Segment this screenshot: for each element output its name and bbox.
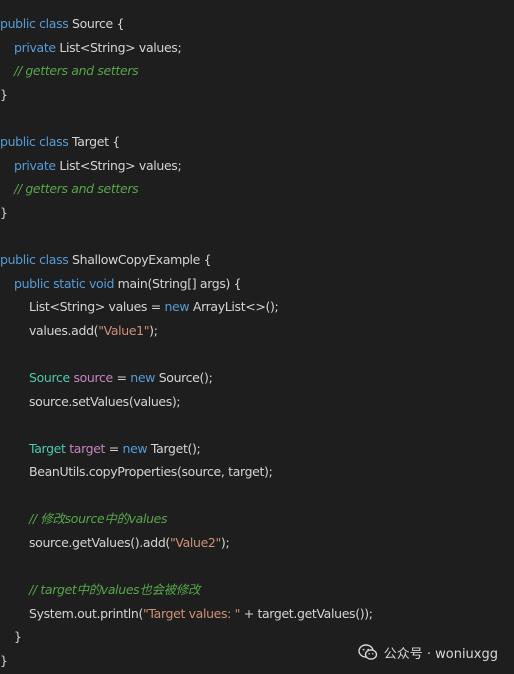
code-token: ShallowCopyExample { xyxy=(72,251,212,267)
code-token: Target(); xyxy=(150,440,201,456)
code-token: } xyxy=(0,204,8,220)
code-line: System.out.println("Target values: " + t… xyxy=(0,602,514,626)
code-token: public static void xyxy=(14,275,118,291)
code-token: List<String> values; xyxy=(59,157,182,173)
code-line: // getters and setters xyxy=(0,177,514,201)
code-token: "Target values: " xyxy=(143,605,241,621)
code-token: ); xyxy=(149,322,158,338)
code-token: source xyxy=(73,369,113,385)
code-token: // getters and setters xyxy=(14,181,139,197)
code-line: values.add("Value1"); xyxy=(0,319,514,343)
code-line: private List<String> values; xyxy=(0,36,514,60)
code-token: private xyxy=(14,39,60,55)
code-line: source.getValues().add("Value2"); xyxy=(0,531,514,555)
code-token: + target.getValues()); xyxy=(240,605,373,621)
code-token: new xyxy=(130,369,159,385)
code-line: source.setValues(values); xyxy=(0,390,514,414)
code-line: private List<String> values; xyxy=(0,154,514,178)
code-token: } xyxy=(14,629,22,645)
code-token: BeanUtils.copyProperties(source, target)… xyxy=(29,464,273,480)
code-token: "Value1" xyxy=(98,322,150,338)
code-token: // 修改source中的values xyxy=(29,511,168,527)
code-line: Target target = new Target(); xyxy=(0,437,514,461)
code-token: new xyxy=(164,299,193,315)
watermark-text: 公众号 · woniuxgg xyxy=(383,647,498,662)
code-token: } xyxy=(0,86,8,102)
code-token: public class xyxy=(0,133,73,149)
code-token: new xyxy=(122,440,151,456)
code-token: List<String> values = xyxy=(29,299,165,315)
code-token: main(String[] args) { xyxy=(117,275,242,291)
code-line: // getters and setters xyxy=(0,59,514,83)
watermark: 公众号 · woniuxgg xyxy=(358,643,498,662)
code-token: // target中的values也会被修改 xyxy=(29,582,201,598)
code-line: public class ShallowCopyExample { xyxy=(0,248,514,272)
code-token: values.add( xyxy=(29,322,99,338)
code-token: = xyxy=(112,369,131,385)
code-token: Source xyxy=(29,369,74,385)
code-token: source.setValues(values); xyxy=(29,393,181,409)
code-token: "Value2" xyxy=(169,535,221,551)
code-line: // target中的values也会被修改 xyxy=(0,578,514,602)
code-token: } xyxy=(0,653,8,669)
code-token: Target xyxy=(29,440,70,456)
code-line: // 修改source中的values xyxy=(0,507,514,531)
code-token: source.getValues().add( xyxy=(29,535,170,551)
code-line: } xyxy=(0,201,514,225)
code-line: } xyxy=(0,83,514,107)
code-token: ); xyxy=(220,535,230,551)
code-line: public static void main(String[] args) { xyxy=(0,272,514,296)
code-token: List<String> values; xyxy=(59,39,182,55)
wechat-icon xyxy=(358,644,378,661)
code-token: public class xyxy=(0,251,73,267)
code-token: // getters and setters xyxy=(14,63,139,79)
code-token: private xyxy=(14,157,60,173)
code-line: BeanUtils.copyProperties(source, target)… xyxy=(0,460,514,484)
code-token: System.out.println( xyxy=(29,605,144,621)
code-token: public class xyxy=(0,16,73,31)
code-token: Target { xyxy=(72,133,120,149)
code-token: ArrayList<>(); xyxy=(192,299,279,315)
code-line: List<String> values = new ArrayList<>(); xyxy=(0,295,514,319)
code-token: = xyxy=(105,440,123,456)
code-token: Source { xyxy=(72,16,125,31)
code-token: target xyxy=(69,440,106,456)
code-line: Source source = new Source(); xyxy=(0,366,514,390)
code-line: public class Target { xyxy=(0,130,514,154)
code-token: Source(); xyxy=(158,369,213,385)
code-line: public class Source { xyxy=(0,12,514,36)
code-block: public class Source {private List<String… xyxy=(0,12,514,673)
